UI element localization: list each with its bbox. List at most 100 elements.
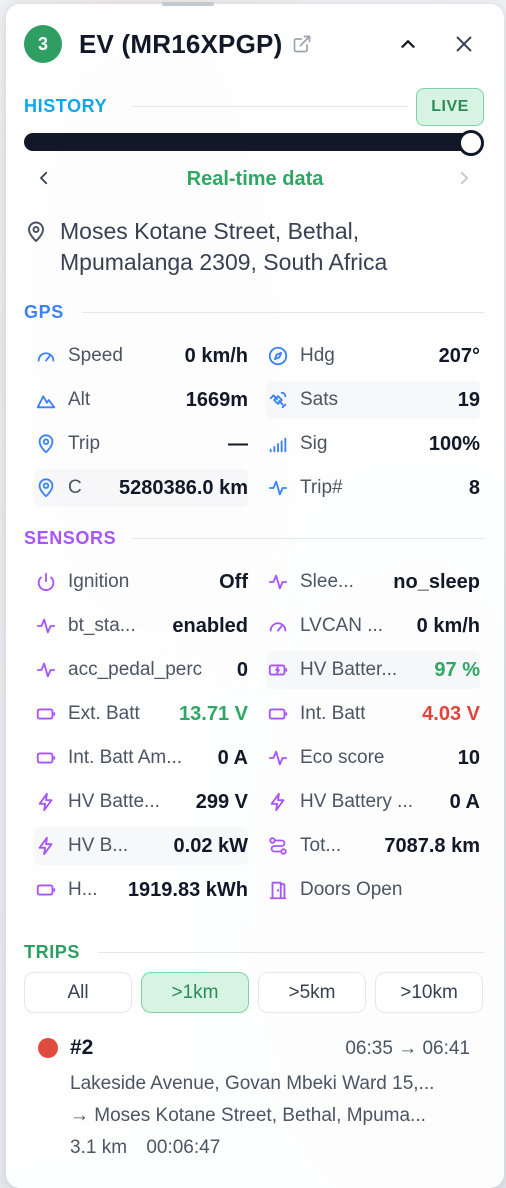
sensor-metric: LVCAN ... 0 km/h [266, 607, 480, 645]
metric-label: HV Batte... [68, 791, 160, 812]
metric-value: 10 [457, 746, 480, 769]
metric-label: Eco score [300, 747, 385, 768]
metric-value: 0.02 kW [173, 834, 248, 857]
metric-label: C [68, 477, 82, 498]
mountain-icon-wrap [34, 388, 58, 412]
sensor-metric: HV B... 0.02 kW [34, 827, 248, 865]
metric-value: 8 [468, 476, 480, 499]
close-button[interactable] [450, 30, 478, 58]
history-slider-handle[interactable] [458, 130, 484, 156]
speedometer-icon [269, 622, 287, 632]
divider [132, 538, 484, 539]
metric-label: HV B... [68, 835, 129, 856]
trip-meta: 3.1 km 00:06:47 [70, 1137, 220, 1159]
metric-value: 0 A [217, 746, 248, 769]
collapse-button[interactable] [394, 30, 422, 58]
sensor-metric: Int. Batt 4.03 V [266, 695, 480, 733]
battery-icon [36, 752, 56, 764]
metric-label: Doors Open [300, 879, 403, 900]
compass-icon [268, 346, 288, 366]
sensor-metric: Slee... no_sleep [266, 563, 480, 601]
trip-id[interactable]: #2 [70, 1036, 93, 1060]
map-pin-icon [38, 434, 54, 454]
divider [98, 952, 484, 953]
metric-label: Int. Batt [300, 703, 366, 724]
metric-value: Off [219, 570, 248, 593]
battery-icon [268, 708, 288, 720]
history-slider-track[interactable] [24, 133, 474, 151]
speedometer-icon-wrap [266, 614, 290, 638]
metric-value: 97 % [434, 658, 480, 681]
battery-charging-icon-wrap [266, 658, 290, 682]
trip-filter-tab[interactable]: All [24, 972, 132, 1013]
map-pin-icon-wrap [34, 476, 58, 500]
sensors-section-label: SENSORS [24, 528, 117, 548]
sensor-metric: Ignition Off [34, 563, 248, 601]
speedometer-icon-wrap [34, 344, 58, 368]
sensor-metric: HV Battery ... 0 A [266, 783, 480, 821]
power-icon-wrap [34, 570, 58, 594]
metric-value: 0 km/h [184, 344, 248, 367]
trip-filter-tab[interactable]: >10km [375, 972, 483, 1013]
trip-filter-tab[interactable]: >1km [141, 972, 249, 1013]
sensor-metric: H... 1919.83 kWh [34, 871, 248, 909]
activity-icon-wrap [34, 658, 58, 682]
sensor-metric: HV Batter... 97 % [266, 651, 480, 689]
sensor-metric: acc_pedal_perc 0 [34, 651, 248, 689]
metric-label: Sats [300, 389, 339, 410]
trip-start-address: Lakeside Avenue, Govan Mbeki Ward 15,... [70, 1073, 435, 1094]
live-button[interactable]: LIVE [416, 88, 484, 126]
chevron-right-icon [460, 171, 468, 185]
metric-value: enabled [172, 614, 248, 637]
metric-label: Alt [68, 389, 91, 410]
power-icon [37, 572, 55, 591]
metric-value: 299 V [195, 790, 248, 813]
vehicle-title: EV (MR16XPGP) [79, 28, 283, 59]
activity-icon [36, 662, 56, 678]
activity-icon [268, 750, 288, 766]
metric-label: Sig [300, 433, 328, 454]
route-icon-wrap [266, 834, 290, 858]
metric-value: no_sleep [393, 570, 480, 593]
external-link-icon[interactable] [292, 34, 312, 54]
trip-end-address: → Moses Kotane Street, Bethal, Mpuma... [70, 1105, 426, 1126]
sensor-metric: Doors Open [266, 871, 480, 909]
compass-icon-wrap [266, 344, 290, 368]
metric-label: Speed [68, 345, 123, 366]
metric-value: 0 [236, 658, 248, 681]
trip-filter-tab[interactable]: >5km [258, 972, 366, 1013]
gps-metric: Alt 1669m [34, 381, 248, 419]
sensor-metric: Eco score 10 [266, 739, 480, 777]
next-button[interactable] [452, 166, 476, 190]
metric-value: 5280386.0 km [118, 476, 248, 499]
lightning-icon [270, 792, 285, 812]
sensor-metric: Ext. Batt 13.71 V [34, 695, 248, 733]
lightning-icon [38, 792, 53, 812]
drag-handle[interactable] [162, 2, 214, 6]
close-icon [456, 36, 472, 52]
trip-duration: 00:06:47 [146, 1137, 221, 1158]
divider [82, 312, 484, 313]
activity-icon [268, 574, 288, 590]
history-mode-label: Real-time data [186, 168, 324, 190]
battery-icon [36, 708, 56, 720]
gps-section-label: GPS [24, 302, 64, 322]
metric-value: 13.71 V [179, 702, 248, 725]
map-pin-icon-wrap [34, 432, 58, 456]
gps-metric: Trip — [34, 425, 248, 463]
activity-icon-wrap [34, 614, 58, 638]
metric-label: Ext. Batt [68, 703, 140, 724]
activity-icon-wrap [266, 476, 290, 500]
metric-value: 207° [438, 344, 480, 367]
vehicle-number-badge: 3 [24, 25, 62, 63]
satellite-icon-wrap [266, 388, 290, 412]
gps-metric: Speed 0 km/h [34, 337, 248, 375]
sensor-metric: Int. Batt Am... 0 A [34, 739, 248, 777]
sensor-metric: HV Batte... 299 V [34, 783, 248, 821]
metric-value: 100% [428, 432, 480, 455]
battery-icon [36, 884, 56, 896]
metric-value: 7087.8 km [384, 834, 480, 857]
metric-value: 1669m [185, 388, 248, 411]
metric-label: Slee... [300, 571, 354, 592]
battery-icon-wrap [34, 878, 58, 902]
